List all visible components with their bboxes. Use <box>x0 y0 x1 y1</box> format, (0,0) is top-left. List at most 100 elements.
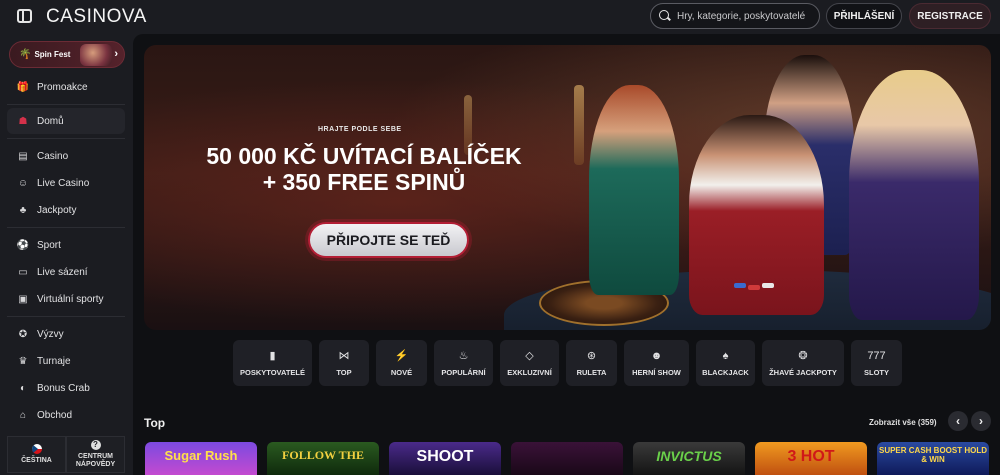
sidebar-divider <box>7 227 125 228</box>
chevron-left-icon: ‹ <box>956 414 960 428</box>
diamond-icon: ◇ <box>525 350 534 362</box>
sidebar-item-jackpoty[interactable]: ♣ Jackpoty <box>7 197 125 223</box>
mask-icon: ☻ <box>650 350 663 362</box>
sidebar-item-casino[interactable]: ▤ Casino <box>7 143 125 169</box>
casino-chip-image <box>734 283 746 288</box>
view-all-link[interactable]: Zobrazit vše (359) <box>869 418 937 427</box>
sidebar-divider <box>7 138 125 139</box>
crab-icon: ◐ <box>19 382 27 394</box>
game-tile[interactable]: SHOOT <box>389 442 501 475</box>
sidebar-item-label: Casino <box>37 150 69 162</box>
sidebar-item-label: Jackpoty <box>37 204 77 216</box>
main-content: HRAJTE PODLE SEBE 50 000 KČ UVÍTACÍ BALÍ… <box>133 34 1000 475</box>
sidebar-item-label: Promoakce <box>37 81 88 93</box>
sidebar-item-label: Live Casino <box>37 177 90 189</box>
roulette-icon: ⊛ <box>586 350 597 362</box>
join-now-button[interactable]: PŘIPOJTE SE TEĎ <box>308 222 469 258</box>
sidebar-item-promoakce[interactable]: 🎁 Promoakce <box>7 74 125 100</box>
help-center-button[interactable]: ? CENTRUM NÁPOVĚDY <box>66 436 125 473</box>
game-title: SUPER CASH BOOST HOLD & WIN <box>878 446 987 464</box>
language-label: ČEŠTINA <box>21 457 52 464</box>
sidebar-item-label: Live sázení <box>37 266 88 278</box>
hot-jackpot-icon: ❂ <box>798 350 808 362</box>
sidebar: 🌴 Spin Fest › 🎁 Promoakce ☗ Domů ▤ Casin… <box>0 34 133 475</box>
provider-card-icon: ▮ <box>269 350 276 362</box>
scroll-right-button[interactable]: › <box>971 411 991 431</box>
help-center-label: CENTRUM NÁPOVĚDY <box>75 453 116 468</box>
game-title: SHOOT <box>416 448 474 465</box>
soccer-ball-icon: ⚽ <box>16 239 30 251</box>
category-label: POPULÁRNÍ <box>441 368 486 377</box>
scroll-left-button[interactable]: ‹ <box>948 411 968 431</box>
czech-flag-icon <box>31 444 42 454</box>
gift-icon: 🎁 <box>16 81 30 93</box>
sidebar-item-domu[interactable]: ☗ Domů <box>7 108 125 134</box>
banner-title: 50 000 KČ UVÍTACÍ BALÍČEK + 350 FREE SPI… <box>184 143 544 195</box>
chevron-right-icon: › <box>114 48 118 60</box>
search-input[interactable] <box>677 10 817 22</box>
login-button[interactable]: PŘIHLÁŠENÍ <box>826 3 902 29</box>
sidebar-item-live-casino[interactable]: ☺ Live Casino <box>7 170 125 196</box>
cards-icon: ♠ <box>722 350 729 362</box>
sidebar-toggle-icon[interactable] <box>17 9 32 23</box>
slot-machine-icon: ▤ <box>18 150 28 162</box>
category-nove[interactable]: ⚡ NOVÉ <box>376 340 427 386</box>
category-sloty[interactable]: 777 SLOTY <box>851 340 902 386</box>
clover-icon: ♣ <box>19 204 27 216</box>
game-title: Sugar Rush <box>164 448 238 463</box>
category-label: NOVÉ <box>390 368 413 377</box>
category-zhave-jackpoty[interactable]: ❂ ŽHAVÉ JACKPOTY <box>762 340 844 386</box>
spin-fest-artwork <box>80 44 112 66</box>
sidebar-item-label: Domů <box>37 115 64 127</box>
game-tile[interactable]: Sugar Rush <box>145 442 257 475</box>
search-icon <box>659 10 671 22</box>
sidebar-item-turnaje[interactable]: ♛ Turnaje <box>7 348 125 374</box>
game-tile[interactable] <box>511 442 623 475</box>
category-exkluzivni[interactable]: ◇ EXKLUZIVNÍ <box>500 340 559 386</box>
category-label: BLACKJACK <box>702 368 749 377</box>
lightning-icon: ⚡ <box>394 350 409 362</box>
sidebar-item-label: Obchod <box>37 409 73 421</box>
bow-icon: ⋈ <box>338 350 350 362</box>
category-label: RULETA <box>576 368 607 377</box>
game-tile[interactable]: INVICTUS <box>633 442 745 475</box>
game-tile[interactable]: FOLLOW THE <box>267 442 379 475</box>
game-tile[interactable]: SUPER CASH BOOST HOLD & WIN <box>877 442 989 475</box>
lamp-decoration <box>574 85 584 165</box>
category-herni-show[interactable]: ☻ HERNÍ SHOW <box>624 340 689 386</box>
sidebar-divider <box>7 316 125 317</box>
sidebar-item-live-sazeni[interactable]: ▭ Live sázení <box>7 259 125 285</box>
banner-title-line: 50 000 KČ UVÍTACÍ BALÍČEK <box>206 143 522 169</box>
sidebar-item-label: Sport <box>37 239 61 251</box>
sidebar-item-bonus-crab[interactable]: ◐ Bonus Crab <box>7 375 125 401</box>
category-popularni[interactable]: ♨ POPULÁRNÍ <box>434 340 493 386</box>
game-tile[interactable]: 3 HOT <box>755 442 867 475</box>
woman-blonde-image <box>849 70 979 320</box>
category-label: POSKYTOVATELÉ <box>239 368 305 377</box>
sidebar-divider <box>7 104 125 105</box>
category-label: HERNÍ SHOW <box>632 368 681 377</box>
spin-fest-label: Spin Fest <box>34 50 71 59</box>
register-button[interactable]: REGISTRACE <box>909 3 991 29</box>
casinova-logo[interactable]: CASINOVA <box>46 6 147 28</box>
category-label: TOP <box>336 368 352 377</box>
category-label: ŽHAVÉ JACKPOTY <box>769 368 837 377</box>
spin-fest-promo[interactable]: 🌴 Spin Fest › <box>9 41 125 68</box>
language-selector[interactable]: ČEŠTINA <box>7 436 66 473</box>
sidebar-item-vyzvy[interactable]: ✪ Výzvy <box>7 321 125 347</box>
sidebar-item-virtualni-sporty[interactable]: ▣ Virtuální sporty <box>7 286 125 312</box>
sidebar-item-sport[interactable]: ⚽ Sport <box>7 232 125 258</box>
category-ruleta[interactable]: ⊛ RULETA <box>566 340 617 386</box>
category-label: EXKLUZIVNÍ <box>507 368 552 377</box>
palm-tree-icon: 🌴 <box>19 49 32 60</box>
category-top[interactable]: ⋈ TOP <box>319 340 369 386</box>
live-tv-icon: ▭ <box>18 266 28 278</box>
category-blackjack[interactable]: ♠ BLACKJACK <box>696 340 755 386</box>
trophy-icon: ♛ <box>18 355 28 367</box>
search-box[interactable] <box>650 3 820 29</box>
category-poskytovatele[interactable]: ▮ POSKYTOVATELÉ <box>233 340 312 386</box>
sidebar-item-obchod[interactable]: ⌂ Obchod <box>7 402 125 428</box>
woman-green-dress-image <box>589 85 679 295</box>
hero-banner[interactable]: HRAJTE PODLE SEBE 50 000 KČ UVÍTACÍ BALÍ… <box>144 45 991 330</box>
medal-icon: ✪ <box>18 328 28 340</box>
